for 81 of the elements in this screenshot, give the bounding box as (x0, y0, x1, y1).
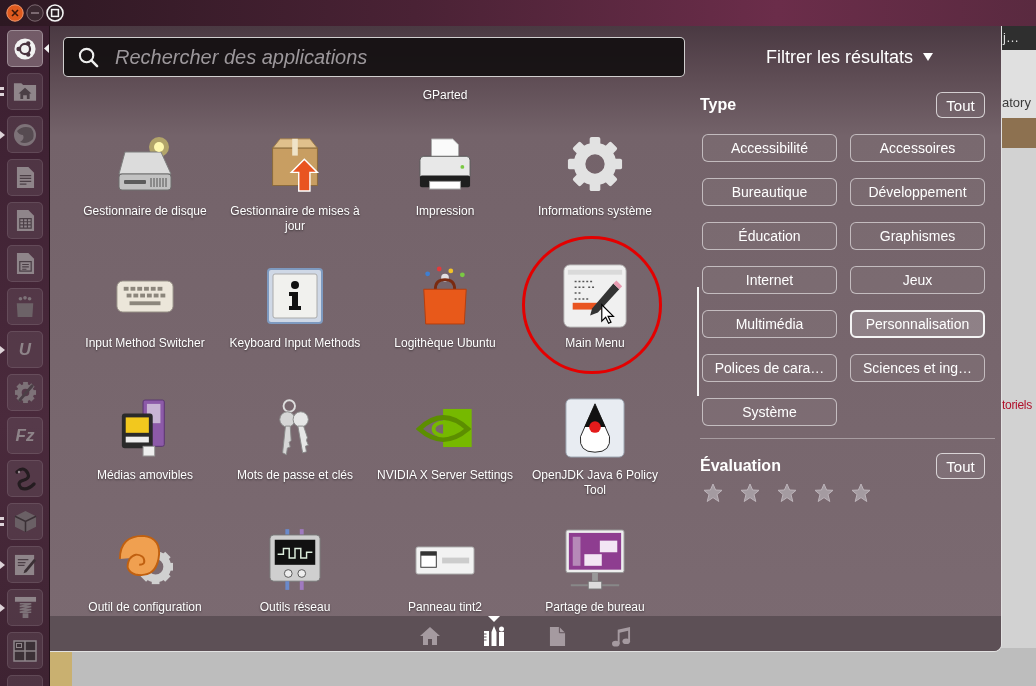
globe-icon (13, 122, 37, 147)
launcher-item[interactable] (7, 30, 43, 67)
app-label[interactable]: OpenJDK Java 6 Policy Tool (522, 468, 668, 498)
tools-icon[interactable] (482, 626, 505, 646)
star-icon[interactable] (703, 483, 723, 503)
category-button[interactable]: Système (702, 398, 837, 426)
app-label[interactable]: Panneau tint2 (407, 600, 483, 615)
music-note-icon[interactable] (612, 626, 631, 647)
link-text[interactable]: toriels (1002, 398, 1032, 412)
logo-icon (14, 37, 36, 60)
maximize-icon[interactable] (46, 4, 64, 22)
keyboard-icon[interactable] (116, 279, 174, 313)
category-button[interactable]: Polices de cara… (702, 354, 837, 382)
home-folder-icon (13, 81, 37, 102)
star-icon[interactable] (814, 483, 834, 503)
category-button[interactable]: Développement (850, 178, 985, 206)
app-label[interactable]: Outil de configuration (88, 600, 202, 615)
category-button[interactable]: Graphismes (850, 222, 985, 250)
cube-icon (13, 510, 37, 533)
spreadsheet-icon (15, 209, 35, 232)
panel-window-icon[interactable] (415, 545, 475, 575)
app-label[interactable]: Outils réseau (259, 600, 331, 615)
app-label[interactable]: Gestionnaire de mises à jour (222, 204, 368, 234)
category-button[interactable]: Internet (702, 266, 837, 294)
category-button[interactable]: Accessibilité (702, 134, 837, 162)
app-label[interactable]: Logithèque Ubuntu (394, 336, 496, 351)
category-button[interactable]: Jeux (850, 266, 985, 294)
app-label[interactable]: Input Method Switcher (85, 336, 205, 351)
category-button[interactable]: Personnalisation (850, 310, 985, 338)
page-text: atory (1002, 96, 1031, 110)
search-field[interactable]: Rechercher des applications (63, 37, 685, 77)
gear-icon[interactable] (566, 135, 624, 193)
all-button[interactable]: Tout (936, 92, 985, 118)
shopping-bag-icon (14, 295, 36, 318)
all-button[interactable]: Tout (936, 453, 985, 479)
spring-icon (13, 596, 37, 619)
app-label[interactable]: Main Menu (565, 336, 625, 351)
star-icon[interactable] (851, 483, 871, 503)
app-label[interactable]: Mots de passe et clés (236, 468, 354, 483)
app-label[interactable]: GParted (422, 88, 468, 103)
app-label[interactable]: Impression (415, 204, 475, 219)
active-arrow-icon (44, 44, 49, 53)
app-label[interactable]: Partage de bureau (545, 600, 645, 615)
section-heading: Type (700, 96, 737, 114)
app-label[interactable]: Médias amovibles (96, 468, 193, 483)
app-label[interactable]: NVIDIA X Server Settings (376, 468, 514, 483)
eye-logo-icon[interactable] (416, 408, 474, 448)
category-button[interactable]: Bureautique (702, 178, 837, 206)
category-button[interactable]: Multimédia (702, 310, 837, 338)
presentation-icon (15, 252, 35, 275)
hard-drive-icon[interactable] (115, 136, 175, 192)
mascot-icon[interactable] (565, 398, 625, 458)
snake-icon (13, 466, 37, 491)
shared-screen-icon[interactable] (565, 529, 625, 591)
close-icon[interactable] (6, 4, 24, 22)
active-indicator-icon (487, 616, 500, 622)
app-label[interactable]: Gestionnaire de disque (83, 204, 207, 219)
app-label[interactable]: Informations système (537, 204, 652, 219)
info-key-icon[interactable] (267, 268, 323, 324)
search-icon (78, 47, 99, 68)
scrollbar-thumb[interactable] (697, 287, 699, 396)
workspaces-icon (13, 639, 37, 662)
app-label[interactable]: Keyboard Input Methods (229, 336, 361, 351)
document-pencil-icon[interactable] (563, 264, 627, 328)
document-pencil-icon (13, 553, 37, 576)
filter-toggle[interactable]: Filtrer les résultats (765, 47, 933, 67)
star-icon[interactable] (777, 483, 797, 503)
home-icon[interactable] (418, 626, 441, 646)
signal-monitor-icon[interactable] (268, 529, 322, 591)
launcher-item[interactable]: U (7, 331, 43, 368)
document-icon[interactable] (549, 626, 566, 647)
section-heading: Évaluation (700, 457, 781, 475)
category-button[interactable]: Éducation (702, 222, 837, 250)
document-icon (15, 166, 35, 189)
printer-icon[interactable] (416, 137, 474, 191)
star-icon[interactable] (740, 483, 760, 503)
launcher-item[interactable]: Fz (7, 417, 43, 454)
category-button[interactable]: Sciences et ing… (850, 354, 985, 382)
category-button[interactable]: Accessoires (850, 134, 985, 162)
tab-title[interactable]: j… (1003, 30, 1019, 45)
gear-wrench-icon (13, 381, 37, 404)
